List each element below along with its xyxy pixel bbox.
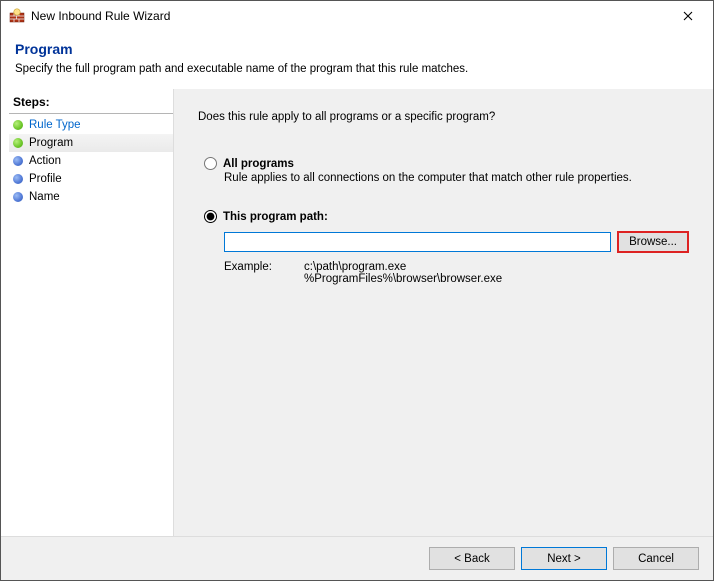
question-text: Does this rule apply to all programs or …: [198, 111, 689, 123]
radio-all-programs-label: All programs: [223, 158, 294, 170]
radio-program-path-row[interactable]: This program path:: [204, 210, 689, 223]
step-label: Program: [29, 137, 73, 149]
step-label: Rule Type: [29, 119, 81, 131]
radio-all-programs-row[interactable]: All programs: [204, 157, 689, 170]
back-button[interactable]: < Back: [429, 547, 515, 570]
option-all-programs: All programs Rule applies to all connect…: [198, 157, 689, 184]
step-action[interactable]: Action: [9, 152, 173, 170]
step-label: Action: [29, 155, 61, 167]
bullet-icon: [13, 156, 23, 166]
radio-program-path[interactable]: [204, 210, 217, 223]
bullet-icon: [13, 192, 23, 202]
step-label: Name: [29, 191, 60, 203]
cancel-button[interactable]: Cancel: [613, 547, 699, 570]
firewall-icon: [9, 8, 25, 24]
page-title: Program: [15, 41, 699, 57]
step-label: Profile: [29, 173, 62, 185]
program-path-input[interactable]: [224, 232, 611, 252]
bullet-icon: [13, 138, 23, 148]
example-row: Example: c:\path\program.exe %ProgramFil…: [204, 261, 689, 285]
browse-button[interactable]: Browse...: [617, 231, 689, 253]
next-button[interactable]: Next >: [521, 547, 607, 570]
titlebar: New Inbound Rule Wizard: [1, 1, 713, 31]
wizard-header: Program Specify the full program path an…: [1, 31, 713, 89]
step-profile[interactable]: Profile: [9, 170, 173, 188]
radio-all-programs[interactable]: [204, 157, 217, 170]
example-values: c:\path\program.exe %ProgramFiles%\brows…: [304, 261, 502, 285]
page-subtitle: Specify the full program path and execut…: [15, 63, 699, 75]
main-panel: Does this rule apply to all programs or …: [173, 89, 713, 536]
option-program-path: This program path: Browse... Example: c:…: [198, 210, 689, 285]
wizard-body: Steps: Rule Type Program Action Profile …: [1, 89, 713, 536]
all-programs-desc: Rule applies to all connections on the c…: [204, 172, 689, 184]
example-label: Example:: [224, 261, 274, 285]
wizard-window: New Inbound Rule Wizard Program Specify …: [0, 0, 714, 581]
button-bar: < Back Next > Cancel: [1, 536, 713, 580]
close-button[interactable]: [665, 1, 711, 31]
radio-program-path-label: This program path:: [223, 211, 328, 223]
step-name[interactable]: Name: [9, 188, 173, 206]
steps-label: Steps:: [9, 93, 173, 114]
window-title: New Inbound Rule Wizard: [31, 9, 665, 23]
bullet-icon: [13, 174, 23, 184]
step-program[interactable]: Program: [9, 134, 173, 152]
steps-sidebar: Steps: Rule Type Program Action Profile …: [9, 89, 173, 536]
step-rule-type[interactable]: Rule Type: [9, 116, 173, 134]
bullet-icon: [13, 120, 23, 130]
